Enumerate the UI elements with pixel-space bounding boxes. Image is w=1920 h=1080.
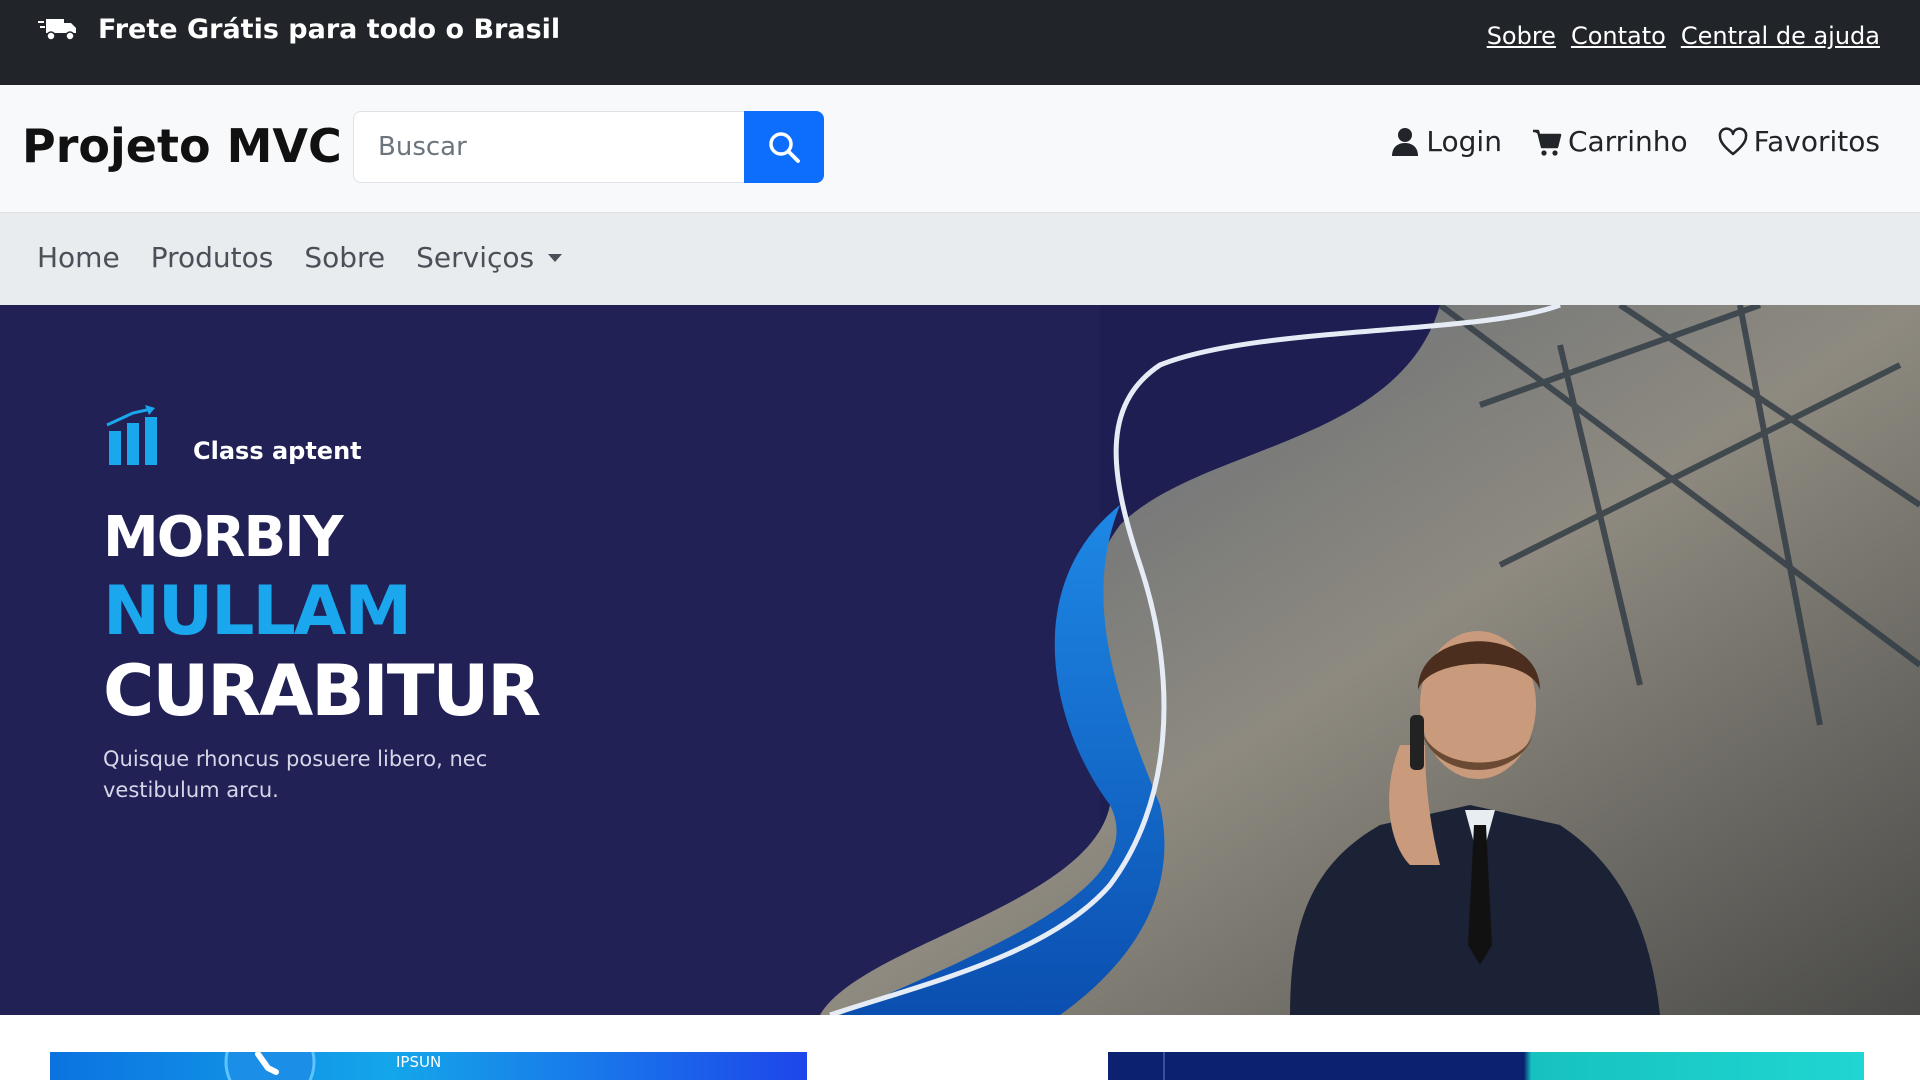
top-bar: Frete Grátis para todo o Brasil Sobre Co… (0, 0, 1920, 85)
top-link-sobre[interactable]: Sobre (1487, 22, 1556, 50)
search-input[interactable] (353, 111, 744, 183)
phone-icon (224, 1052, 316, 1080)
search-bar (353, 111, 824, 183)
nav-item-sobre[interactable]: Sobre (304, 241, 385, 274)
top-link-central-de-ajuda[interactable]: Central de ajuda (1681, 22, 1880, 50)
nav-item-servicos-dropdown[interactable]: Serviços (416, 241, 563, 274)
nav-item-home[interactable]: Home (37, 241, 120, 274)
cart-label: Carrinho (1567, 125, 1688, 158)
cart-icon (1532, 129, 1562, 156)
favorites-label: Favoritos (1753, 125, 1880, 158)
hero-headline-3: CURABITUR (103, 650, 541, 732)
chart-logo-icon (106, 405, 157, 465)
search-icon (769, 132, 800, 163)
header-actions: Login Carrinho Favoritos (1390, 125, 1880, 158)
hero-banner[interactable]: Class aptent MORBIY NULLAM CURABITUR Qui… (0, 305, 1920, 1015)
login-label: Login (1426, 125, 1502, 158)
nav-label-home: Home (37, 241, 120, 274)
hero-kicker: Class aptent (103, 403, 543, 465)
hero-headline-1: MORBIY (103, 505, 344, 570)
brand-logo[interactable]: Projeto MVC (22, 119, 342, 173)
main-header: Projeto MVC Login Carrinho (0, 85, 1920, 212)
promo-card-2[interactable] (1108, 1052, 1864, 1080)
main-navbar: Home Produtos Sobre Serviços (0, 212, 1920, 305)
search-button[interactable] (744, 111, 824, 183)
promo-card-1-text: IPSUN (396, 1053, 442, 1071)
truck-icon (38, 19, 76, 41)
chevron-down-icon (548, 253, 563, 262)
nav-label-servicos: Serviços (416, 241, 535, 274)
free-shipping-banner: Frete Grátis para todo o Brasil (38, 12, 560, 46)
nav-label-sobre: Sobre (304, 241, 386, 274)
nav-label-produtos: Produtos (150, 241, 274, 274)
top-links: Sobre Contato Central de ajuda (1487, 22, 1880, 50)
favorites-link[interactable]: Favoritos (1718, 125, 1880, 158)
promo-card-1[interactable]: IPSUN (50, 1052, 807, 1080)
hero-headline-2: NULLAM (103, 572, 412, 651)
user-icon (1392, 127, 1419, 156)
top-link-contato[interactable]: Contato (1571, 22, 1666, 50)
nav-item-produtos[interactable]: Produtos (151, 241, 274, 274)
free-shipping-text: Frete Grátis para todo o Brasil (98, 13, 561, 45)
heart-icon (1718, 126, 1747, 155)
login-link[interactable]: Login (1390, 125, 1502, 158)
hero-content: Class aptent MORBIY NULLAM CURABITUR Qui… (103, 403, 543, 806)
promo-card-2-divider (1163, 1052, 1165, 1080)
hero-description: Quisque rhoncus posuere libero, nec vest… (103, 747, 488, 802)
hero-kicker-text: Class aptent (193, 437, 362, 465)
cart-link[interactable]: Carrinho (1532, 125, 1688, 158)
